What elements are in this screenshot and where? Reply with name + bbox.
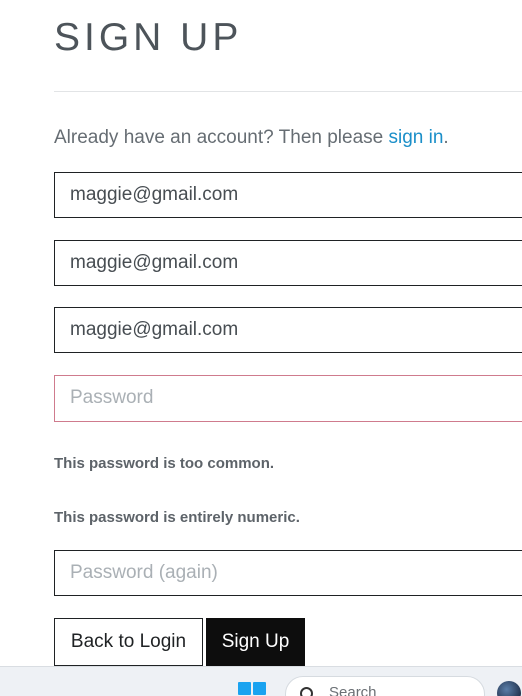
signin-prompt-text: Already have an account? Then please xyxy=(54,127,389,148)
sign-in-link[interactable]: sign in xyxy=(389,127,444,148)
signup-page: SIGN UP Already have an account? Then pl… xyxy=(0,0,522,696)
password-field[interactable]: Password xyxy=(54,375,522,422)
email-confirm-field[interactable]: maggie@gmail.com xyxy=(54,240,522,286)
password-error-numeric: This password is entirely numeric. xyxy=(54,509,300,526)
signin-prompt-suffix: . xyxy=(443,127,449,148)
username-field[interactable]: maggie@gmail.com xyxy=(54,307,522,353)
taskbar: Search xyxy=(0,666,522,696)
password-error-common: This password is too common. xyxy=(54,455,275,472)
page-title: SIGN UP xyxy=(54,16,243,59)
taskbar-search[interactable]: Search xyxy=(285,676,485,696)
search-icon xyxy=(300,687,313,696)
password-again-field[interactable]: Password (again) xyxy=(54,550,522,596)
taskbar-search-placeholder: Search xyxy=(329,684,377,696)
sign-up-button[interactable]: Sign Up xyxy=(206,618,305,666)
windows-logo-icon[interactable] xyxy=(238,682,266,696)
tray-app-icon[interactable] xyxy=(497,681,521,696)
title-divider xyxy=(54,91,522,92)
email-field[interactable]: maggie@gmail.com xyxy=(54,172,522,218)
signin-prompt: Already have an account? Then please sig… xyxy=(54,126,449,150)
back-to-login-button[interactable]: Back to Login xyxy=(54,618,203,666)
